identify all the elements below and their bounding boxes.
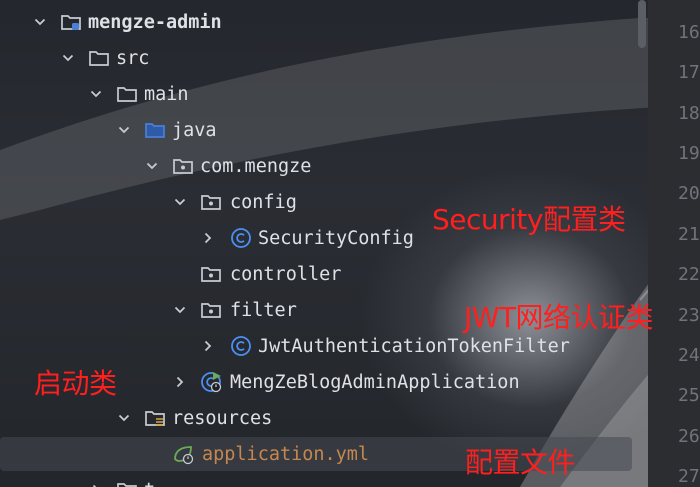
chevron-right-icon[interactable] <box>200 338 216 354</box>
line-number: 20 <box>678 183 700 204</box>
chevron-right-icon[interactable] <box>172 374 188 390</box>
chevron-down-icon[interactable] <box>88 86 104 102</box>
chevron-down-icon[interactable] <box>60 50 76 66</box>
tree-row-resources[interactable]: resources <box>0 400 648 436</box>
tree-label: filter <box>230 299 297 321</box>
line-number: 22 <box>678 264 700 285</box>
line-number: 17 <box>678 62 700 83</box>
tree-label: MengZeBlogAdminApplication <box>230 371 520 393</box>
module-folder-icon <box>60 11 82 33</box>
chevron-down-icon[interactable] <box>172 194 188 210</box>
package-icon <box>200 299 222 321</box>
chevron-right-icon[interactable] <box>200 230 216 246</box>
line-number: 26 <box>678 426 700 447</box>
tree-label: src <box>116 47 150 69</box>
package-icon <box>172 155 194 177</box>
tree-row-controller[interactable]: controller <box>0 256 648 292</box>
java-class-icon <box>230 227 252 249</box>
line-number: 18 <box>678 103 700 124</box>
resources-folder-icon <box>144 407 166 429</box>
package-icon <box>200 263 222 285</box>
tree-row-com-mengze[interactable]: com.mengze <box>0 148 648 184</box>
tree-label: controller <box>230 263 342 285</box>
tree-row-mengze-admin[interactable]: mengze-admin <box>0 4 648 40</box>
tree-label: SecurityConfig <box>258 227 414 249</box>
annotation-config-file: 配置文件 <box>465 446 576 479</box>
annotation-security-config: Security配置类 <box>432 203 626 236</box>
line-number: 16 <box>678 22 700 43</box>
source-folder-icon <box>144 119 166 141</box>
tree-row-src[interactable]: src <box>0 40 648 76</box>
tree-label: resources <box>172 407 273 429</box>
tree-row-main[interactable]: main <box>0 76 648 112</box>
tree-label: com.mengze <box>200 155 312 177</box>
annotation-jwt-filter: JWT网络认证类 <box>464 301 654 334</box>
line-number: 27 <box>678 466 700 487</box>
package-icon <box>200 191 222 213</box>
folder-icon <box>116 479 138 487</box>
tree-label: config <box>230 191 297 213</box>
editor-line-gutter: 16 17 18 19 20 21 22 23 24 25 26 27 <box>648 0 700 487</box>
spring-config-icon <box>172 443 194 465</box>
tree-label: main <box>144 83 189 105</box>
tree-scrollbar-thumb[interactable] <box>638 0 646 48</box>
line-number: 25 <box>678 385 700 406</box>
tree-label: application.yml <box>202 443 370 465</box>
tree-label: java <box>172 119 217 141</box>
tree-label: mengze-admin <box>88 11 222 33</box>
line-number: 19 <box>678 143 700 164</box>
line-number: 24 <box>678 345 700 366</box>
tree-label: JwtAuthenticationTokenFilter <box>258 335 570 357</box>
folder-icon <box>88 47 110 69</box>
annotation-startup-class: 启动类 <box>34 367 117 400</box>
line-number: 23 <box>678 305 700 326</box>
chevron-down-icon[interactable] <box>144 158 160 174</box>
chevron-down-icon[interactable] <box>172 302 188 318</box>
tree-row-java[interactable]: java <box>0 112 648 148</box>
tree-label: t <box>144 480 155 487</box>
chevron-down-icon[interactable] <box>32 14 48 30</box>
chevron-down-icon[interactable] <box>116 410 132 426</box>
project-tree: mengze-admin src main java com.mengze co… <box>0 0 648 487</box>
java-class-icon <box>230 335 252 357</box>
line-number: 21 <box>678 224 700 245</box>
chevron-right-icon[interactable] <box>88 482 104 487</box>
spring-boot-class-icon <box>200 371 222 393</box>
chevron-down-icon[interactable] <box>116 122 132 138</box>
folder-icon <box>116 83 138 105</box>
